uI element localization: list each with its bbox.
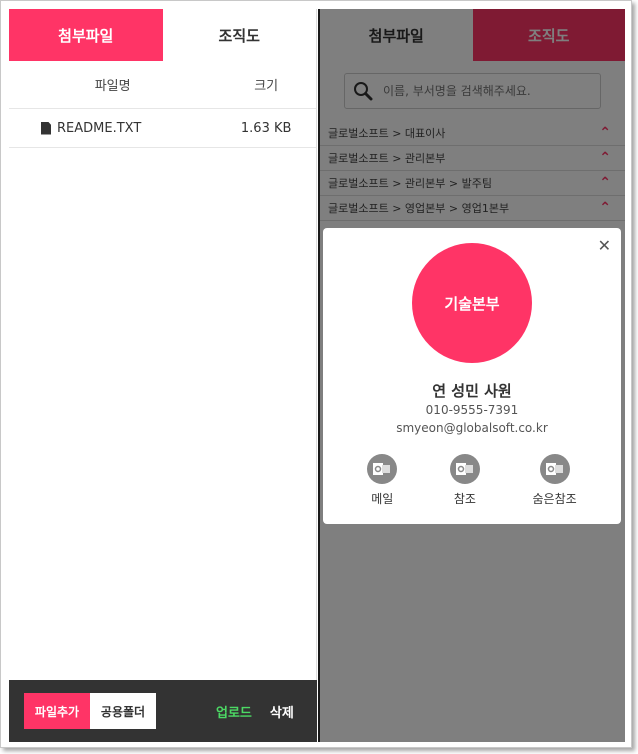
close-icon[interactable]: ✕ [598, 236, 611, 255]
file-size: 1.63 KB [240, 120, 292, 136]
window-frame: 첨부파일 조직도 파일명 크기 README.TXT 1.63 KB 파일추가 … [0, 0, 632, 748]
action-label: 숨은참조 [532, 492, 577, 506]
file-table-header: 파일명 크기 [9, 61, 316, 109]
column-header-filename: 파일명 [94, 79, 131, 94]
mail-to-button[interactable]: 메일 [367, 454, 398, 507]
shared-folder-button[interactable]: 공용폴더 [90, 693, 156, 729]
left-tab-bar: 첨부파일 조직도 [9, 9, 316, 61]
recipient-actions: 메일 참조 숨은참조 [323, 454, 621, 507]
department-avatar: 기술본부 [412, 243, 532, 363]
add-file-button[interactable]: 파일추가 [24, 693, 90, 729]
file-icon [41, 121, 51, 135]
action-label: 메일 [371, 492, 394, 506]
tab-org-chart[interactable]: 조직도 [162, 9, 316, 61]
profile-popup: ✕ 기술본부 연 성민 사원 010-9555-7391 smyeon@glob… [323, 228, 621, 524]
person-email: smyeon@globalsoft.co.kr [396, 421, 548, 435]
cc-button[interactable]: 참조 [449, 454, 480, 507]
column-header-size: 크기 [254, 79, 279, 94]
action-label: 참조 [453, 492, 476, 506]
file-action-bar: 파일추가 공용폴더 업로드 삭제 [9, 680, 317, 742]
tab-attachments[interactable]: 첨부파일 [9, 9, 163, 61]
outlook-icon [539, 454, 570, 484]
attachment-pane: 첨부파일 조직도 파일명 크기 README.TXT 1.63 KB 파일추가 … [9, 9, 317, 742]
delete-button[interactable]: 삭제 [270, 702, 294, 721]
file-name: README.TXT [57, 120, 142, 136]
outlook-icon [367, 454, 398, 484]
person-phone: 010-9555-7391 [425, 403, 519, 417]
outlook-icon [449, 454, 480, 484]
upload-button[interactable]: 업로드 [216, 702, 252, 721]
bcc-button[interactable]: 숨은참조 [533, 454, 577, 507]
file-name-cell: README.TXT [9, 121, 216, 136]
file-row[interactable]: README.TXT 1.63 KB [9, 109, 316, 148]
person-name: 연 성민 사원 [432, 382, 512, 400]
org-chart-pane: 첨부파일 조직도 글로벌소프트 > 대표이사 ⌃ 글로벌소프트 > 관리본부 ⌃ [318, 9, 625, 742]
